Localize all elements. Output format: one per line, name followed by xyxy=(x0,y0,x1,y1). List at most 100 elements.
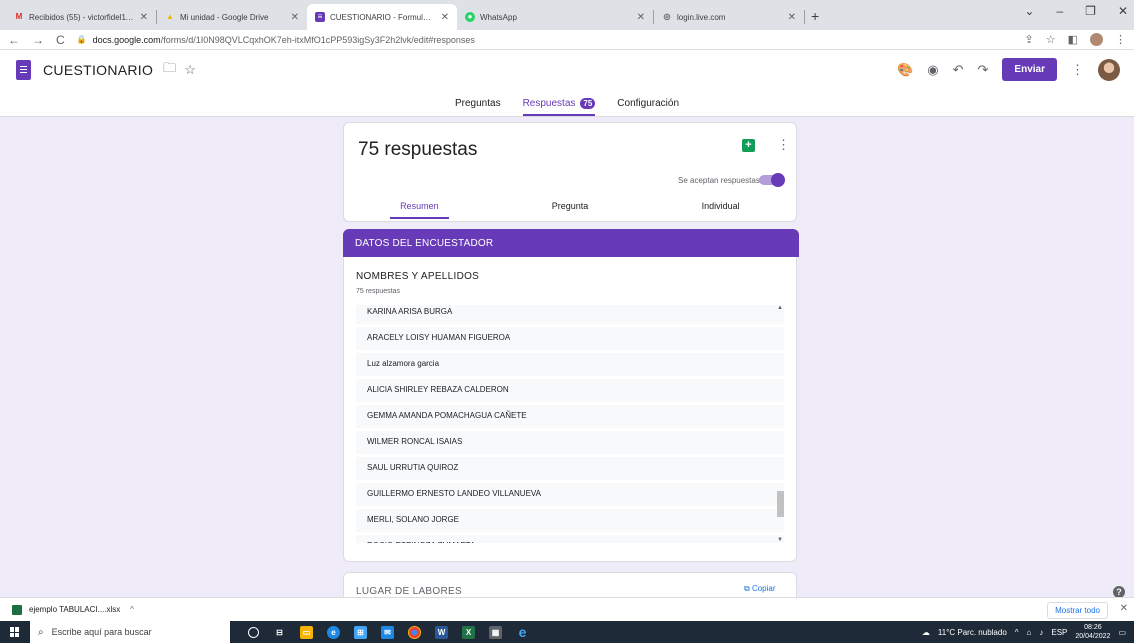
clock-time: 08:26 xyxy=(1084,624,1102,631)
start-button[interactable] xyxy=(0,621,30,643)
url-path: /forms/d/1I0N98QVLCqxhOK7eh-itxMfO1cPP59… xyxy=(160,34,475,45)
star-icon[interactable]: ☆ xyxy=(184,62,196,78)
tab-label: Individual xyxy=(701,201,740,211)
file-explorer-icon[interactable]: ▭ xyxy=(300,625,313,639)
sheets-icon[interactable]: + xyxy=(742,139,755,152)
list-item: WILMER RONCAL ISAIAS xyxy=(356,431,784,454)
search-icon: ⌕ xyxy=(38,626,44,638)
calculator-icon[interactable]: ▦ xyxy=(489,625,502,639)
tab-label: Respuestas xyxy=(522,98,576,109)
responses-main: 75 respuestas + ⋮ Se aceptan respuestas … xyxy=(0,117,1134,597)
send-button[interactable]: Enviar xyxy=(1002,58,1057,81)
list-item: MERLI, SOLANO JORGE xyxy=(356,509,784,532)
system-tray: ☁ 11°C Parc. nublado ^ ⌂ ♪ ESP 08:26 20/… xyxy=(922,621,1126,643)
globe-icon: ◎ xyxy=(663,12,671,21)
url-input[interactable]: 🔒 docs.google.com/forms/d/1I0N98QVLCqxhO… xyxy=(77,35,1025,45)
weather-text[interactable]: 11°C Parc. nublado xyxy=(938,628,1007,637)
account-avatar[interactable] xyxy=(1098,58,1120,81)
chevron-up-icon[interactable]: ^ xyxy=(130,605,134,614)
back-icon[interactable]: ← xyxy=(8,33,20,47)
taskbar-apps: ⊟ ▭ e ⊞ ✉ W X ▦ e xyxy=(248,625,529,639)
tab-individual[interactable]: Individual xyxy=(645,195,796,221)
language-indicator[interactable]: ESP xyxy=(1051,628,1067,637)
share-icon[interactable]: ⇪ xyxy=(1025,33,1034,46)
profile-avatar[interactable] xyxy=(1090,33,1103,46)
redo-icon[interactable]: ↷ xyxy=(978,62,989,78)
network-icon[interactable]: ⌂ xyxy=(1027,628,1032,637)
download-item[interactable]: ejemplo TABULACI....xlsx xyxy=(29,605,120,614)
scroll-down-icon[interactable]: ▼ xyxy=(777,537,783,543)
accepting-responses-toggle[interactable] xyxy=(759,173,785,187)
tab-questions[interactable]: Preguntas xyxy=(455,98,501,116)
word-icon[interactable]: W xyxy=(435,625,448,639)
restore-icon[interactable]: ❐ xyxy=(1085,4,1096,18)
help-icon[interactable]: ? xyxy=(1113,586,1125,597)
list-item: GUILLERMO ERNESTO LANDEO VILLANUEVA xyxy=(356,483,784,506)
copy-button[interactable]: ⧉ Copiar xyxy=(744,584,776,594)
task-view-icon[interactable]: ⊟ xyxy=(273,626,286,639)
close-icon[interactable]: ✕ xyxy=(1120,603,1128,614)
question-title: LUGAR DE LABORES xyxy=(356,586,462,597)
copy-icon: ⧉ xyxy=(744,584,750,593)
internet-explorer-icon[interactable]: e xyxy=(516,625,529,639)
folder-icon[interactable]: 🗀 xyxy=(163,59,176,81)
tab-label: Resumen xyxy=(390,201,449,219)
mail-icon[interactable]: ✉ xyxy=(381,625,394,639)
cortana-icon[interactable] xyxy=(248,626,259,638)
forms-logo-icon[interactable] xyxy=(16,60,31,80)
store-icon[interactable]: ⊞ xyxy=(354,625,367,639)
forward-icon[interactable]: → xyxy=(32,33,44,47)
preview-eye-icon[interactable]: ◉ xyxy=(927,62,938,78)
clock[interactable]: 08:26 20/04/2022 xyxy=(1075,623,1110,641)
close-icon[interactable]: ✕ xyxy=(788,12,796,23)
show-hidden-icons-icon[interactable]: ^ xyxy=(1015,628,1019,637)
browser-menu-icon[interactable]: ⋮ xyxy=(1115,33,1126,46)
copy-label: Copiar xyxy=(751,584,776,593)
weather-icon[interactable]: ☁ xyxy=(922,628,930,637)
more-options-icon[interactable]: ⋮ xyxy=(777,137,790,153)
window-close-icon[interactable]: ✕ xyxy=(1118,4,1128,18)
form-subtabs: Preguntas Respuestas 75 Configuración xyxy=(0,90,1134,117)
tab-question[interactable]: Pregunta xyxy=(495,195,646,221)
browser-tab-whatsapp[interactable]: ● WhatsApp ✕ xyxy=(457,4,653,30)
notifications-icon[interactable]: ▭ xyxy=(1118,628,1126,637)
new-tab-button[interactable]: + xyxy=(811,8,819,24)
forms-icon: ≡ xyxy=(315,12,325,22)
answers-scrollbar[interactable]: ▲ ▼ xyxy=(776,305,785,543)
excel-icon[interactable]: X xyxy=(462,625,475,639)
answers-list[interactable]: KARINA ARISA BURGA ARACELY LOISY HUAMAN … xyxy=(356,305,784,543)
form-title[interactable]: CUESTIONARIO xyxy=(43,62,153,78)
chrome-icon[interactable] xyxy=(408,625,421,639)
list-item: Luz alzamora garcia xyxy=(356,353,784,376)
list-item: SAUL URRUTIA QUIROZ xyxy=(356,457,784,480)
whatsapp-icon: ● xyxy=(465,12,475,22)
tab-search-icon[interactable]: ⌄ xyxy=(1024,4,1034,18)
close-icon[interactable]: ✕ xyxy=(637,12,645,23)
palette-icon[interactable]: 🎨 xyxy=(897,62,913,78)
bookmark-star-icon[interactable]: ☆ xyxy=(1046,33,1056,46)
side-panel-icon[interactable]: ◧ xyxy=(1068,33,1078,46)
tab-settings[interactable]: Configuración xyxy=(617,98,679,116)
browser-tab-login[interactable]: ◎ login.live.com ✕ xyxy=(654,4,804,30)
scroll-up-icon[interactable]: ▲ xyxy=(777,305,783,311)
tab-label: Configuración xyxy=(617,98,680,109)
windows-logo-icon xyxy=(10,627,20,637)
scroll-thumb[interactable] xyxy=(777,491,784,517)
minimize-icon[interactable]: – xyxy=(1056,4,1063,18)
close-icon[interactable]: ✕ xyxy=(291,12,299,23)
reload-icon[interactable]: C xyxy=(56,33,65,47)
close-icon[interactable]: ✕ xyxy=(441,12,449,23)
close-icon[interactable]: ✕ xyxy=(140,12,148,23)
tab-title: Mi unidad - Google Drive xyxy=(180,12,269,22)
browser-tab-forms[interactable]: ≡ CUESTIONARIO - Formularios de ✕ xyxy=(307,4,457,30)
more-options-icon[interactable]: ⋮ xyxy=(1071,62,1084,78)
tab-responses[interactable]: Respuestas 75 xyxy=(522,98,596,116)
browser-tab-drive[interactable]: ▲ Mi unidad - Google Drive ✕ xyxy=(157,4,307,30)
undo-icon[interactable]: ↶ xyxy=(953,62,964,78)
edge-icon[interactable]: e xyxy=(327,625,340,639)
browser-tab-gmail[interactable]: M Recibidos (55) - victorfidel11@g ✕ xyxy=(6,4,156,30)
volume-icon[interactable]: ♪ xyxy=(1039,628,1043,637)
taskbar-search-input[interactable]: ⌕ Escribe aquí para buscar xyxy=(30,621,230,643)
show-all-button[interactable]: Mostrar todo xyxy=(1047,602,1108,619)
tab-summary[interactable]: Resumen xyxy=(344,195,495,221)
